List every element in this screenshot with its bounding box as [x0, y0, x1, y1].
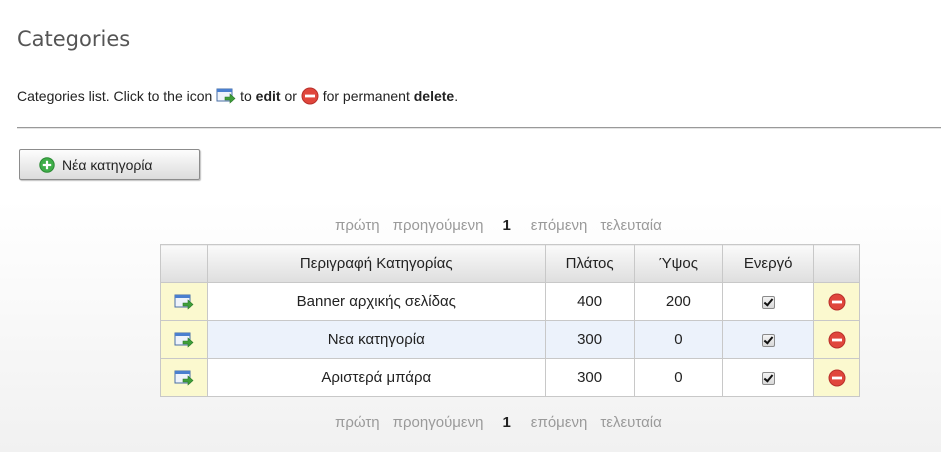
active-cell: [722, 320, 815, 359]
intro-edit: edit: [255, 88, 281, 104]
pager-top: πρώτη προηγούμενη 1 επόμενη τελευταία: [335, 215, 695, 235]
width-cell: 300: [544, 320, 635, 359]
intro-for: for permanent: [322, 88, 410, 104]
pager-next-link[interactable]: επόμενη: [531, 217, 588, 234]
height-cell: 0: [633, 358, 724, 397]
height-cell: 200: [633, 282, 724, 321]
pager-previous-link[interactable]: προηγούμενη: [393, 414, 484, 431]
column-header-active[interactable]: Ενεργό: [722, 244, 815, 283]
pager-bottom: πρώτη προηγούμενη 1 επόμενη τελευταία: [335, 412, 695, 432]
add-category-label: Νέα κατηγορία: [62, 156, 153, 173]
table-header-row: Περιγραφή Κατηγορίας Πλάτος Ύψος Ενεργό: [160, 244, 860, 283]
column-header-width[interactable]: Πλάτος: [544, 244, 635, 283]
column-header-height[interactable]: Ύψος: [633, 244, 724, 283]
delete-icon: [301, 87, 319, 105]
page-title: Categories: [17, 27, 131, 51]
pager-last-link[interactable]: τελευταία: [600, 217, 661, 234]
description-cell: Νεα κατηγορία: [206, 320, 546, 359]
table-row: Νεα κατηγορία 300 0: [160, 320, 860, 359]
column-header-edit: [160, 244, 208, 283]
edit-cell: [160, 320, 208, 359]
delete-icon[interactable]: [828, 293, 846, 311]
edit-cell: [160, 358, 208, 397]
green-plus-icon: [39, 156, 55, 173]
pager-previous-link[interactable]: προηγούμενη: [393, 217, 484, 234]
divider: [17, 127, 941, 129]
delete-cell: [813, 282, 860, 321]
pager-last-link[interactable]: τελευταία: [600, 414, 661, 431]
active-checkbox: [761, 371, 775, 385]
active-checkbox: [761, 333, 775, 347]
height-cell: 0: [633, 320, 724, 359]
pager-first-link[interactable]: πρώτη: [335, 217, 380, 234]
column-header-description[interactable]: Περιγραφή Κατηγορίας: [206, 244, 546, 283]
active-cell: [722, 282, 815, 321]
edit-icon[interactable]: [174, 369, 194, 387]
intro-prefix: Categories list. Click to the icon: [17, 88, 213, 104]
add-category-button[interactable]: Νέα κατηγορία: [19, 149, 200, 180]
table-row: Αριστερά μπάρα 300 0: [160, 358, 860, 397]
pager-current-page: 1: [502, 216, 511, 234]
intro-period: .: [454, 88, 459, 104]
edit-icon: [216, 88, 236, 104]
pager-next-link[interactable]: επόμενη: [531, 414, 588, 431]
edit-icon[interactable]: [174, 331, 194, 349]
delete-icon[interactable]: [828, 331, 846, 349]
intro-to: to: [240, 88, 252, 104]
edit-cell: [160, 282, 208, 321]
delete-cell: [813, 320, 860, 359]
description-cell: Banner αρχικής σελίδας: [206, 282, 546, 321]
delete-cell: [813, 358, 860, 397]
active-checkbox: [761, 295, 775, 309]
delete-icon[interactable]: [828, 369, 846, 387]
intro-or: or: [284, 88, 297, 104]
width-cell: 400: [544, 282, 635, 321]
pager-first-link[interactable]: πρώτη: [335, 414, 380, 431]
width-cell: 300: [544, 358, 635, 397]
table-row: Banner αρχικής σελίδας 400 200: [160, 282, 860, 321]
intro-delete: delete: [413, 88, 455, 104]
description-cell: Αριστερά μπάρα: [206, 358, 546, 397]
categories-table: Περιγραφή Κατηγορίας Πλάτος Ύψος Ενεργό …: [160, 244, 860, 397]
edit-icon[interactable]: [174, 293, 194, 311]
pager-current-page: 1: [502, 413, 511, 431]
active-cell: [722, 358, 815, 397]
column-header-delete: [813, 244, 860, 283]
instructions-text: Categories list. Click to the icon to ed…: [17, 87, 458, 105]
